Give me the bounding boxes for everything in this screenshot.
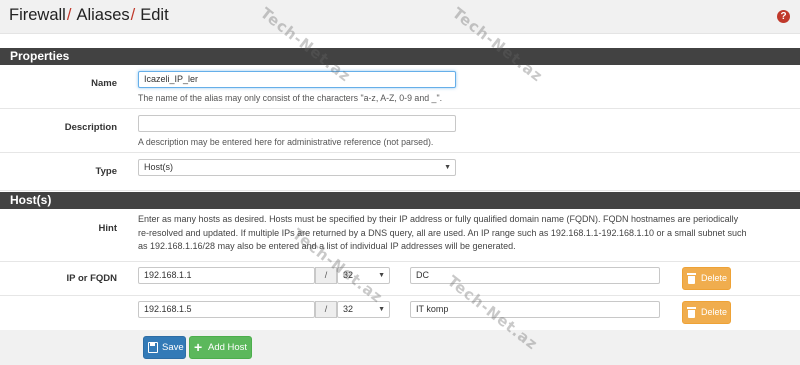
add-host-button-label: Add Host (208, 342, 248, 353)
type-select-value: Host(s) (144, 162, 173, 172)
name-label: Name (91, 78, 117, 89)
breadcrumb-separator: / (66, 6, 72, 24)
delete-button-label: Delete (701, 307, 728, 317)
chevron-down-icon: ▼ (378, 306, 385, 313)
trash-icon (687, 273, 696, 284)
delete-button-label: Delete (701, 273, 728, 283)
delete-button[interactable]: Delete (682, 267, 731, 290)
ip-or-fqdn-label: IP or FQDN (66, 273, 118, 284)
host-entry-row: IP or FQDN 192.168.1.1 / 32 ▼ DC Delete (0, 262, 800, 296)
breadcrumb: Firewall/Aliases/Edit (9, 6, 169, 25)
form-actions: Save + Add Host (0, 330, 800, 365)
top-bar: Firewall/Aliases/Edit ? (0, 0, 800, 34)
save-button[interactable]: Save (143, 336, 186, 359)
host-address-input[interactable]: 192.168.1.5 (138, 301, 315, 318)
type-select[interactable]: Host(s) ▼ (138, 159, 456, 176)
description-help-text: A description may be entered here for ad… (138, 137, 434, 147)
host-description-input[interactable]: IT komp (410, 301, 660, 318)
name-row: Name Icazeli_IP_ler The name of the alia… (0, 65, 800, 109)
name-help-text: The name of the alias may only consist o… (138, 93, 443, 103)
host-address-input[interactable]: 192.168.1.1 (138, 267, 315, 284)
type-label: Type (95, 166, 117, 177)
breadcrumb-separator: / (130, 6, 136, 24)
floppy-disk-icon (148, 342, 158, 353)
breadcrumb-aliases[interactable]: Aliases (76, 6, 129, 24)
hint-line: re-resolved and updated. If multiple IPs… (138, 227, 747, 238)
save-button-label: Save (162, 342, 184, 353)
hint-line: as 192.168.1.16/28 may also be entered a… (138, 241, 516, 251)
hint-line: Enter as many hosts as desired. Hosts mu… (138, 214, 739, 224)
cidr-select[interactable]: 32 ▼ (337, 301, 390, 318)
chevron-down-icon: ▼ (378, 272, 385, 279)
spacer (0, 34, 800, 48)
delete-button[interactable]: Delete (682, 301, 731, 324)
hint-label: Hint (98, 223, 117, 234)
plus-icon: + (194, 339, 203, 355)
add-host-button[interactable]: + Add Host (189, 336, 252, 359)
hint-text: Enter as many hosts as desired. Hosts mu… (138, 213, 794, 254)
help-icon[interactable]: ? (777, 10, 790, 23)
cidr-select-value: 32 (343, 304, 354, 314)
description-label: Description (64, 122, 117, 133)
hosts-panel-heading: Host(s) (0, 192, 800, 209)
breadcrumb-edit: Edit (140, 6, 169, 24)
chevron-down-icon: ▼ (444, 164, 451, 171)
properties-panel-heading: Properties (0, 48, 800, 65)
description-row: Description A description may be entered… (0, 109, 800, 153)
hint-row: Hint Enter as many hosts as desired. Hos… (0, 209, 800, 262)
trash-icon (687, 307, 696, 318)
name-input[interactable]: Icazeli_IP_ler (138, 71, 456, 88)
description-input[interactable] (138, 115, 456, 132)
host-entry-row: 192.168.1.5 / 32 ▼ IT komp Delete (0, 296, 800, 330)
type-row: Type Host(s) ▼ (0, 153, 800, 191)
cidr-slash: / (315, 301, 337, 318)
breadcrumb-firewall[interactable]: Firewall (9, 6, 66, 24)
